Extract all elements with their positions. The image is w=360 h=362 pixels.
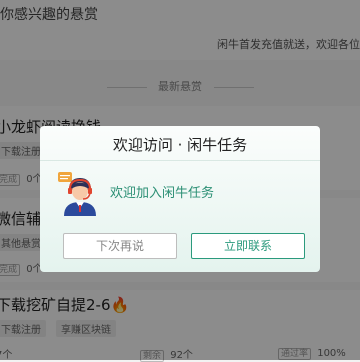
dialog-message: 欢迎加入闲牛任务 [110,186,215,201]
dialog-title: 欢迎访问 · 闲牛任务 [112,136,248,154]
dialog-divider [40,160,320,161]
welcome-dialog: 欢迎访问 · 闲牛任务 欢迎加入闲牛任务 下次再说 立即联系 [40,126,320,272]
customer-service-agent-icon [58,172,96,216]
later-button[interactable]: 下次再说 [63,233,177,259]
contact-now-button[interactable]: 立即联系 [191,233,305,259]
